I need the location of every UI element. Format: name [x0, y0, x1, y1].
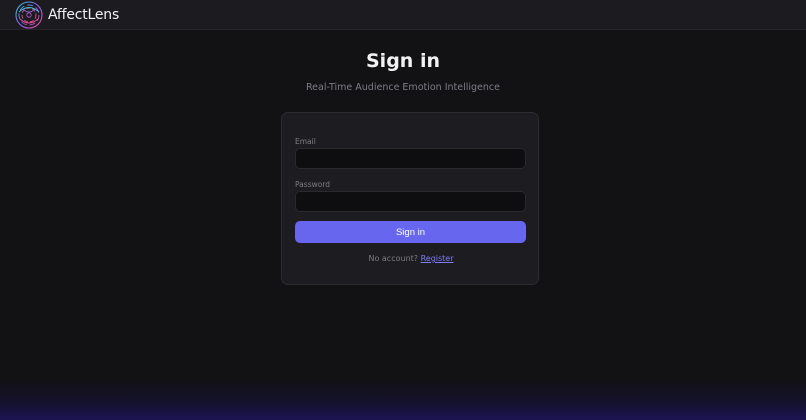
- password-label: Password: [295, 180, 331, 189]
- sign-in-button[interactable]: Sign in: [295, 221, 526, 243]
- email-label: Email: [295, 137, 316, 146]
- password-field[interactable]: [295, 191, 526, 212]
- register-prompt: No account?: [368, 254, 419, 263]
- affectlens-logo-icon: [15, 0, 43, 29]
- bottom-glow: [0, 380, 806, 420]
- sign-in-page: AffectLens Sign in Real-Time Audience Em…: [0, 0, 806, 420]
- register-prompt-line: No account? Register: [282, 254, 540, 263]
- register-link[interactable]: Register: [421, 254, 454, 263]
- page-subtitle: Real-Time Audience Emotion Intelligence: [305, 82, 500, 93]
- email-field[interactable]: [295, 148, 526, 169]
- sign-in-card: Email Password Sign in No account? Regis…: [281, 112, 539, 285]
- app-name: AffectLens: [48, 6, 120, 23]
- brand[interactable]: AffectLens: [0, 0, 119, 30]
- page-title: Sign in: [366, 50, 440, 72]
- top-bar: AffectLens: [0, 0, 806, 30]
